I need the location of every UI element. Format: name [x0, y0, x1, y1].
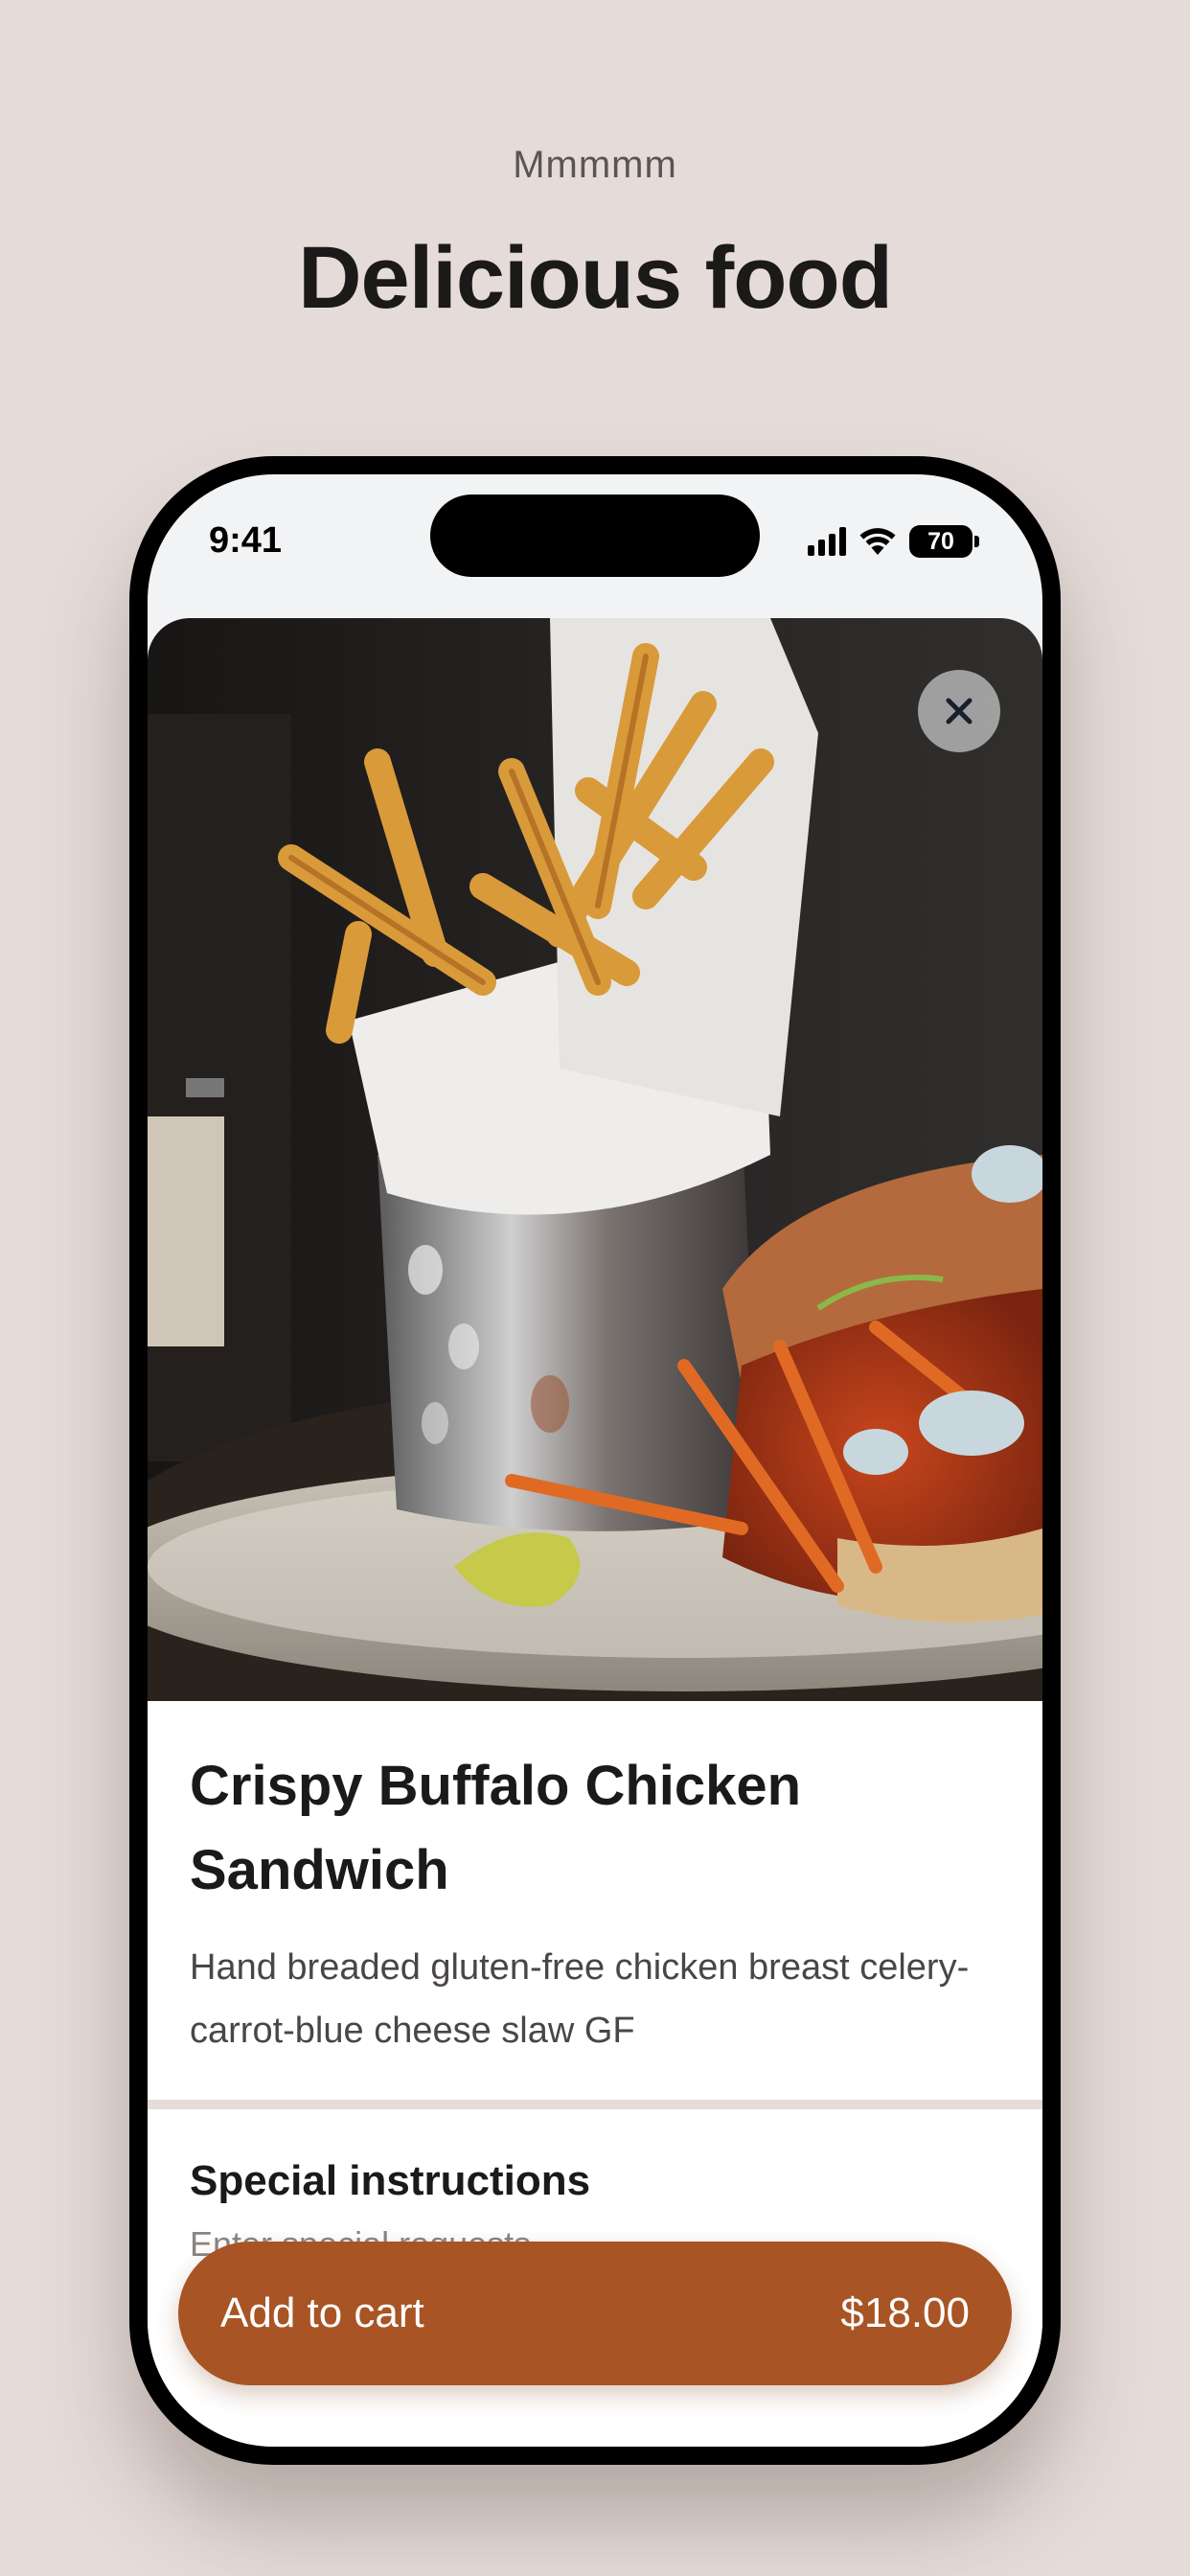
battery-nub [974, 536, 979, 547]
close-icon [946, 698, 973, 724]
item-sheet: Crispy Buffalo Chicken Sandwich Hand bre… [148, 618, 1042, 2447]
phone-screen: 9:41 70 Crispy Buffalo Chicken Sandwich … [148, 474, 1042, 2447]
add-to-cart-label: Add to cart [220, 2289, 424, 2336]
status-time: 9:41 [209, 520, 283, 561]
battery-icon: 70 [909, 525, 973, 558]
status-icons: 70 [808, 522, 979, 561]
app-page: Mmmmm Delicious food 9:41 70 Crispy Buff… [0, 0, 1190, 2576]
food-photo [148, 618, 1042, 1701]
special-instructions-label: Special instructions [190, 2157, 591, 2204]
eyebrow-text: Mmmmm [513, 144, 677, 186]
phone-frame: 9:41 70 Crispy Buffalo Chicken Sandwich … [129, 456, 1061, 2465]
page-headline: Delicious food [298, 229, 893, 327]
wifi-icon [859, 528, 896, 555]
item-title: Crispy Buffalo Chicken Sandwich [190, 1755, 802, 1901]
add-to-cart-button[interactable]: Add to cart $18.00 [178, 2242, 1012, 2385]
cellular-signal-icon [808, 527, 846, 556]
close-button[interactable] [918, 670, 1000, 752]
cart-price: $18.00 [840, 2289, 970, 2336]
dynamic-island [430, 494, 760, 577]
item-description: Hand breaded gluten-free chicken breast … [190, 1947, 970, 2051]
section-divider [148, 2100, 1042, 2109]
